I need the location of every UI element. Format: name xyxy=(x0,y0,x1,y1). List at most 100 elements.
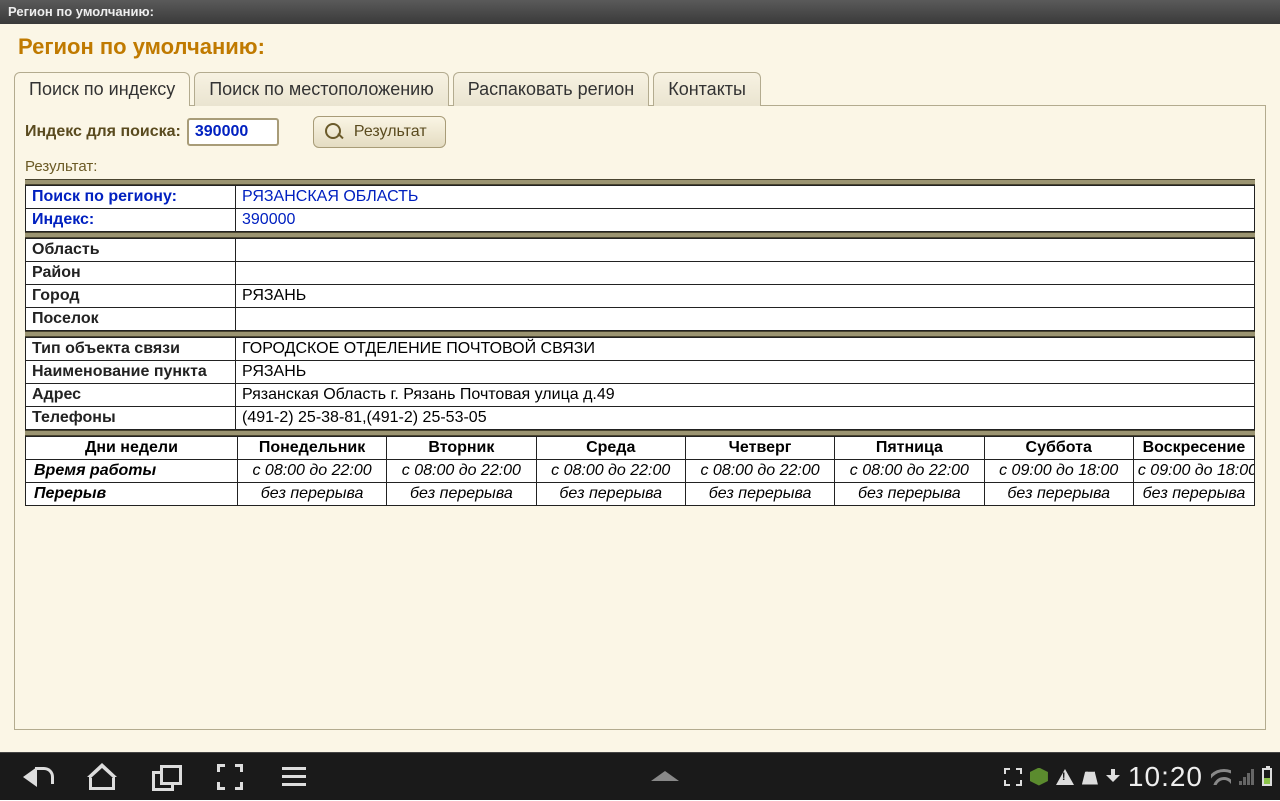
clock: 10:20 xyxy=(1128,761,1203,793)
region-summary-table: Поиск по региону: РЯЗАНСКАЯ ОБЛАСТЬ Инде… xyxy=(25,185,1255,232)
signal-icon xyxy=(1239,769,1254,785)
day-col: Суббота xyxy=(984,437,1133,460)
table-row: Область xyxy=(26,239,1255,262)
table-row: Город РЯЗАНЬ xyxy=(26,285,1255,308)
recent-apps-button[interactable] xyxy=(134,753,198,801)
break-value: без перерыва xyxy=(1133,483,1254,506)
index-value: 390000 xyxy=(236,209,1255,232)
break-value: без перерыва xyxy=(685,483,834,506)
table-row: Индекс: 390000 xyxy=(26,209,1255,232)
work-hours-value: с 08:00 до 22:00 xyxy=(685,460,834,483)
result-label: Результат: xyxy=(25,158,1255,175)
day-col: Четверг xyxy=(685,437,834,460)
expand-panel-button[interactable] xyxy=(651,768,679,786)
type-value: ГОРОДСКОЕ ОТДЕЛЕНИЕ ПОЧТОВОЙ СВЯЗИ xyxy=(236,338,1255,361)
table-row: Район xyxy=(26,262,1255,285)
gorod-label: Город xyxy=(26,285,236,308)
status-area[interactable]: 10:20 xyxy=(1004,761,1280,793)
day-col: Вторник xyxy=(387,437,536,460)
table-row: Поиск по региону: РЯЗАНСКАЯ ОБЛАСТЬ xyxy=(26,186,1255,209)
result-button-label: Результат xyxy=(354,123,427,141)
tab-search-by-location[interactable]: Поиск по местоположению xyxy=(194,72,449,106)
addr-label: Адрес xyxy=(26,384,236,407)
wifi-icon xyxy=(1211,769,1231,785)
work-hours-value: с 09:00 до 18:00 xyxy=(984,460,1133,483)
index-input[interactable] xyxy=(187,118,279,146)
gorod-value: РЯЗАНЬ xyxy=(236,285,1255,308)
warning-icon xyxy=(1056,769,1074,785)
break-value: без перерыва xyxy=(984,483,1133,506)
result-button[interactable]: Результат xyxy=(313,116,446,148)
home-icon xyxy=(89,765,115,789)
page-title: Регион по умолчанию: xyxy=(14,24,1266,72)
table-row: Наименование пункта РЯЗАНЬ xyxy=(26,361,1255,384)
day-col: Воскресение xyxy=(1133,437,1254,460)
day-col: Пятница xyxy=(835,437,984,460)
window-titlebar: Регион по умолчанию: xyxy=(0,0,1280,24)
index-label: Индекс: xyxy=(26,209,236,232)
oblast-value xyxy=(236,239,1255,262)
nav-center xyxy=(326,768,1004,786)
nav-left xyxy=(0,753,326,801)
system-navbar: 10:20 xyxy=(0,752,1280,800)
fullscreen-icon xyxy=(1004,768,1022,786)
break-value: без перерыва xyxy=(835,483,984,506)
name-value: РЯЗАНЬ xyxy=(236,361,1255,384)
type-label: Тип объекта связи xyxy=(26,338,236,361)
break-value: без перерыва xyxy=(237,483,386,506)
addr-value: Рязанская Область г. Рязань Почтовая ули… xyxy=(236,384,1255,407)
home-button[interactable] xyxy=(70,753,134,801)
recent-icon xyxy=(152,765,180,789)
break-label: Перерыв xyxy=(26,483,238,506)
table-row: Дни недели Понедельник Вторник Среда Чет… xyxy=(26,437,1255,460)
store-icon xyxy=(1082,769,1098,785)
table-row: Тип объекта связи ГОРОДСКОЕ ОТДЕЛЕНИЕ ПО… xyxy=(26,338,1255,361)
search-row: Индекс для поиска: Результат xyxy=(25,116,1255,148)
menu-icon xyxy=(282,767,306,786)
work-hours-value: с 08:00 до 22:00 xyxy=(387,460,536,483)
work-hours-value: с 09:00 до 18:00 xyxy=(1133,460,1254,483)
expand-icon xyxy=(217,764,243,790)
work-hours-value: с 08:00 до 22:00 xyxy=(536,460,685,483)
table-row: Время работы с 08:00 до 22:00 с 08:00 до… xyxy=(26,460,1255,483)
work-hours-value: с 08:00 до 22:00 xyxy=(835,460,984,483)
back-icon xyxy=(23,765,53,789)
work-hours-value: с 08:00 до 22:00 xyxy=(237,460,386,483)
app-status-icon xyxy=(1030,768,1048,786)
search-label: Индекс для поиска: xyxy=(25,123,181,141)
content-area: Регион по умолчанию: Поиск по индексу По… xyxy=(0,24,1280,752)
oblast-label: Область xyxy=(26,239,236,262)
raion-label: Район xyxy=(26,262,236,285)
battery-icon xyxy=(1262,768,1272,786)
raion-value xyxy=(236,262,1255,285)
name-label: Наименование пункта xyxy=(26,361,236,384)
menu-button[interactable] xyxy=(262,753,326,801)
back-button[interactable] xyxy=(6,753,70,801)
window-title: Регион по умолчанию: xyxy=(8,4,154,19)
download-icon xyxy=(1106,769,1120,785)
screenshot-button[interactable] xyxy=(198,753,262,801)
region-label: Поиск по региону: xyxy=(26,186,236,209)
location-table: Область Район Город РЯЗАНЬ Поселок xyxy=(25,238,1255,331)
tel-label: Телефоны xyxy=(26,407,236,430)
tab-contacts[interactable]: Контакты xyxy=(653,72,761,106)
tab-unpack-region[interactable]: Распаковать регион xyxy=(453,72,649,106)
days-header: Дни недели xyxy=(26,437,238,460)
day-col: Понедельник xyxy=(237,437,386,460)
poselok-label: Поселок xyxy=(26,308,236,331)
break-value: без перерыва xyxy=(387,483,536,506)
table-row: Перерыв без перерыва без перерыва без пе… xyxy=(26,483,1255,506)
tel-value: (491-2) 25-38-81,(491-2) 25-53-05 xyxy=(236,407,1255,430)
tabs: Поиск по индексу Поиск по местоположению… xyxy=(14,72,1266,106)
break-value: без перерыва xyxy=(536,483,685,506)
region-value: РЯЗАНСКАЯ ОБЛАСТЬ xyxy=(236,186,1255,209)
tab-search-by-index[interactable]: Поиск по индексу xyxy=(14,72,190,106)
schedule-table: Дни недели Понедельник Вторник Среда Чет… xyxy=(25,436,1255,506)
table-row: Поселок xyxy=(26,308,1255,331)
office-table: Тип объекта связи ГОРОДСКОЕ ОТДЕЛЕНИЕ ПО… xyxy=(25,337,1255,430)
table-row: Телефоны (491-2) 25-38-81,(491-2) 25-53-… xyxy=(26,407,1255,430)
poselok-value xyxy=(236,308,1255,331)
work-hours-label: Время работы xyxy=(26,460,238,483)
search-icon xyxy=(324,122,344,142)
chevron-up-icon xyxy=(651,771,679,781)
